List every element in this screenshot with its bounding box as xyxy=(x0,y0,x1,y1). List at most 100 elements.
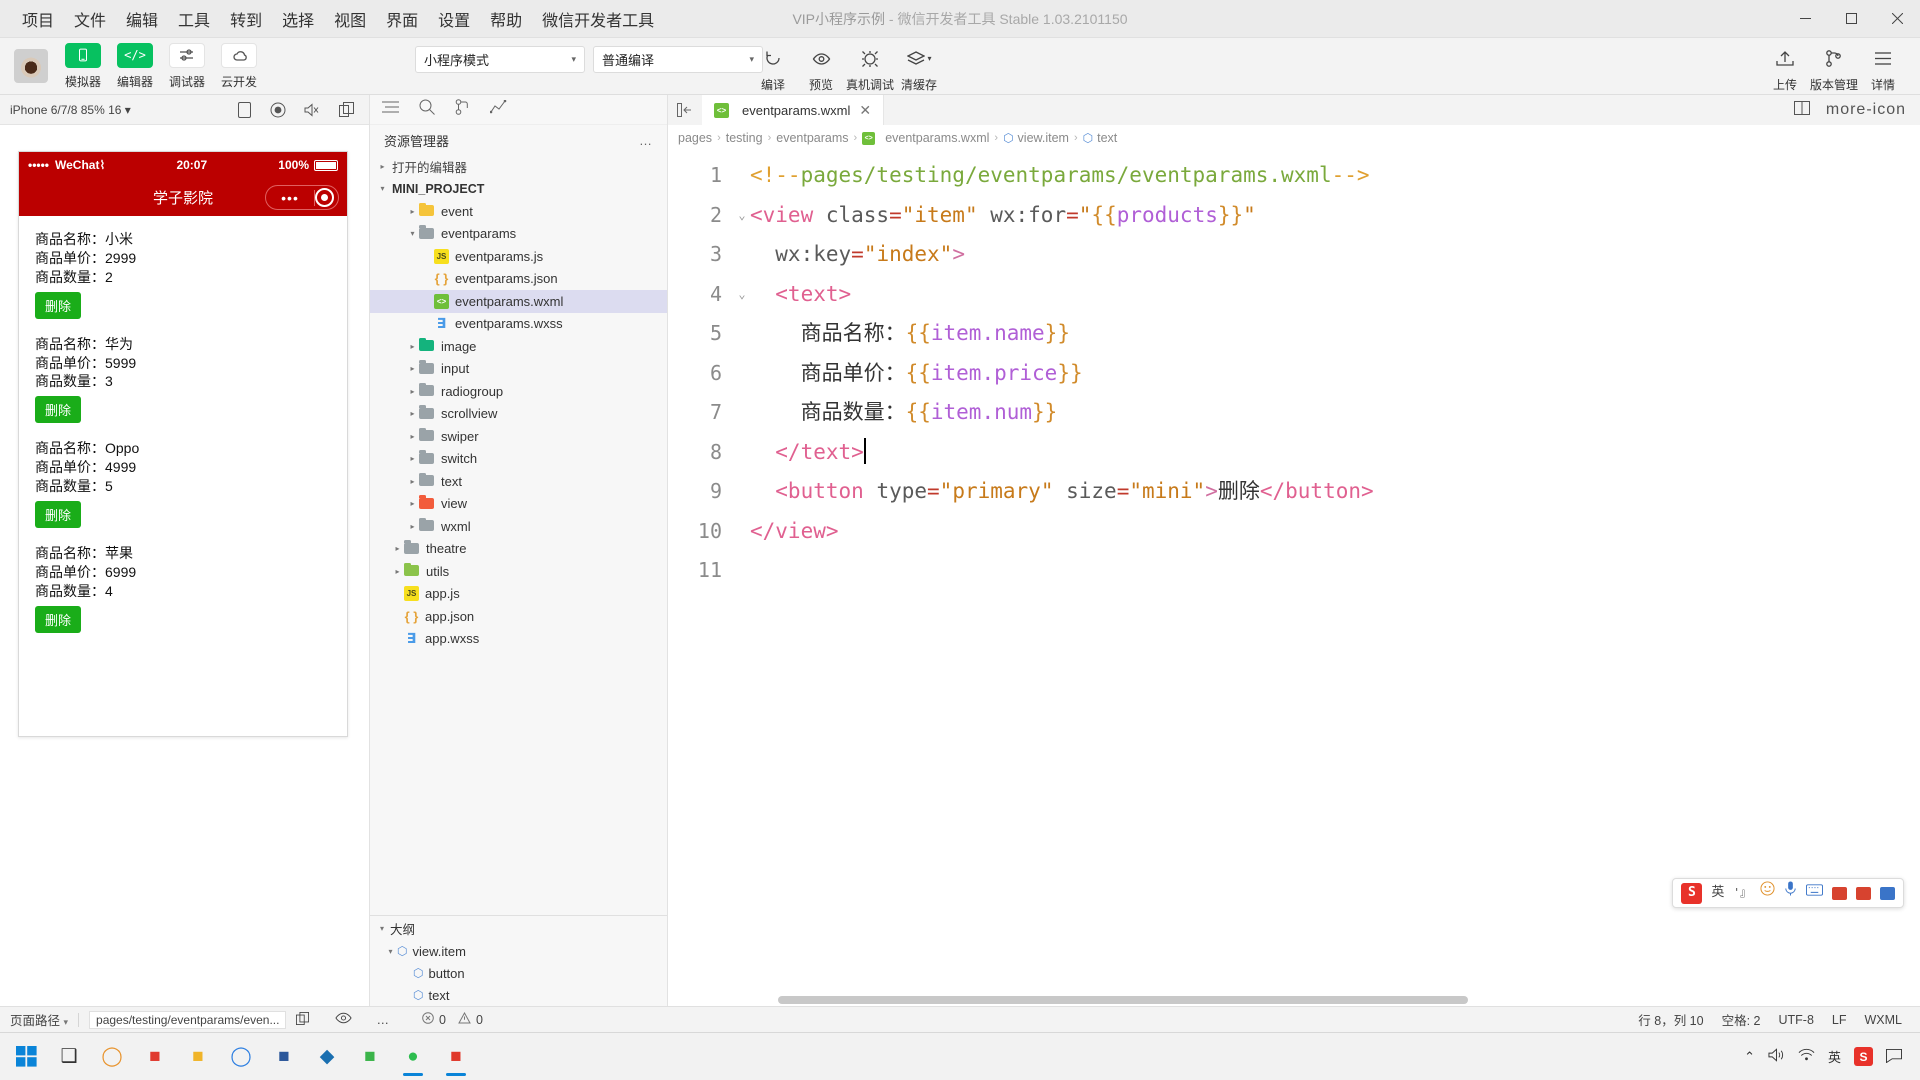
tree-folder[interactable]: ▸ swiper xyxy=(370,425,667,448)
chevron-up-icon[interactable]: ⌃ xyxy=(1744,1049,1755,1065)
language-mode[interactable]: WXML xyxy=(1865,1013,1903,1027)
chevron-right-icon[interactable]: ▸ xyxy=(406,454,419,463)
fold-icon[interactable]: ⌄ xyxy=(734,275,750,315)
chevron-right-icon[interactable]: ▸ xyxy=(406,207,419,216)
more-icon[interactable]: more-icon xyxy=(1826,101,1906,119)
chevron-right-icon[interactable]: ▸ xyxy=(376,162,389,171)
copy-icon[interactable] xyxy=(296,1011,310,1028)
code-line[interactable]: 2 ⌄ <view class="item" wx:for="{{products}… xyxy=(668,196,1920,236)
chevron-right-icon[interactable]: ▸ xyxy=(406,432,419,441)
emoji-icon[interactable] xyxy=(1760,873,1775,913)
tree-file[interactable]: JS app.js xyxy=(370,583,667,606)
tree-folder[interactable]: ▸ wxml xyxy=(370,515,667,538)
tree-folder[interactable]: ▸ theatre xyxy=(370,538,667,561)
close-icon[interactable]: ✕ xyxy=(857,102,873,119)
delete-button[interactable]: 删除 xyxy=(35,396,82,424)
keyboard-icon[interactable] xyxy=(1806,873,1823,913)
problems-indicator[interactable]: 0 0 xyxy=(422,1011,483,1027)
outline-item[interactable]: ▾ ⬡ view.item xyxy=(370,940,667,962)
volume-icon[interactable] xyxy=(1768,1048,1785,1065)
indentation-setting[interactable]: 空格: 2 xyxy=(1722,1010,1761,1029)
tree-file[interactable]: JS eventparams.js xyxy=(370,245,667,268)
tree-folder[interactable]: ▸ scrollview xyxy=(370,403,667,426)
tree-folder[interactable]: ▸ event xyxy=(370,200,667,223)
page-path-value[interactable]: pages/testing/eventparams/even... xyxy=(89,1010,287,1029)
breadcrumb-item[interactable]: <> eventparams.wxml xyxy=(862,131,989,145)
toolbar-action-device-debug[interactable]: 真机调试 xyxy=(846,46,894,93)
code-line[interactable]: 4 ⌄ <text> xyxy=(668,275,1920,315)
breadcrumb-item[interactable]: eventparams xyxy=(776,131,848,145)
outline-item[interactable]: ⬡ button xyxy=(370,962,667,984)
breadcrumb-item[interactable]: testing xyxy=(726,131,763,145)
maximize-button[interactable] xyxy=(1828,0,1874,38)
toolbar-action-layers[interactable]: ▾ 清缓存 xyxy=(896,46,942,93)
search-icon[interactable] xyxy=(419,99,435,120)
fold-icon[interactable]: ⌄ xyxy=(734,196,750,236)
start-icon[interactable] xyxy=(6,1037,46,1077)
close-button[interactable] xyxy=(1874,0,1920,38)
toolbar-toggle-code[interactable]: </> 编辑器 xyxy=(110,42,160,90)
menu-item-8[interactable]: 设置 xyxy=(428,3,480,35)
delete-button[interactable]: 删除 xyxy=(35,291,82,319)
delete-button[interactable]: 删除 xyxy=(35,501,82,529)
copy-icon[interactable] xyxy=(333,102,359,117)
avatar[interactable] xyxy=(14,49,48,83)
taskbar-task-view-icon[interactable]: ❑ xyxy=(49,1037,89,1077)
scrollbar-thumb[interactable] xyxy=(778,996,1468,1004)
code-line[interactable]: 10 </view> xyxy=(668,512,1920,552)
code-line[interactable]: 3 wx:key="index"> xyxy=(668,235,1920,275)
outline-item[interactable]: ⬡ text xyxy=(370,984,667,1006)
menu-item-3[interactable]: 工具 xyxy=(168,3,220,35)
chevron-right-icon[interactable]: ▸ xyxy=(406,387,419,396)
list-icon[interactable] xyxy=(382,100,399,119)
breadcrumb-item[interactable]: ⬡ text xyxy=(1083,131,1118,145)
eye-icon[interactable] xyxy=(335,1012,353,1027)
chevron-right-icon[interactable]: ▸ xyxy=(406,342,419,351)
taskbar-notepad-icon[interactable]: ■ xyxy=(135,1037,175,1077)
tree-section-0[interactable]: ▸ 打开的编辑器 xyxy=(370,155,667,178)
code-line[interactable]: 8 </text> xyxy=(668,433,1920,473)
chevron-right-icon[interactable]: ▸ xyxy=(391,544,404,553)
tone-icon[interactable]: '』 xyxy=(1733,873,1751,913)
chevron-down-icon[interactable]: ▾ xyxy=(376,184,389,193)
taskbar-wechat-devtools-icon[interactable]: ● xyxy=(393,1037,433,1077)
mute-icon[interactable] xyxy=(299,102,325,117)
chevron-right-icon[interactable]: ▸ xyxy=(391,567,404,576)
notification-icon[interactable] xyxy=(1886,1048,1902,1066)
menu-item-7[interactable]: 界面 xyxy=(376,3,428,35)
tree-file[interactable]: <> eventparams.wxml xyxy=(370,290,667,313)
code-line[interactable]: 1 <!--pages/testing/eventparams/eventpara… xyxy=(668,156,1920,196)
record-icon[interactable] xyxy=(265,102,291,118)
breadcrumb-item[interactable]: pages xyxy=(678,131,712,145)
toolbar-toggle-cloud[interactable]: 云开发 xyxy=(214,42,264,90)
tree-file[interactable]: { } eventparams.json xyxy=(370,268,667,291)
tree-section-1[interactable]: ▾ MINI_PROJECT xyxy=(370,178,667,201)
menu-item-4[interactable]: 转到 xyxy=(220,3,272,35)
tree-file[interactable]: ∃ eventparams.wxss xyxy=(370,313,667,336)
chevron-right-icon[interactable]: ▸ xyxy=(406,477,419,486)
tools-icon[interactable] xyxy=(1832,886,1847,900)
menu-item-9[interactable]: 帮助 xyxy=(480,3,532,35)
more-icon[interactable]: … xyxy=(639,133,653,148)
apps-icon[interactable] xyxy=(1880,886,1895,900)
encoding-setting[interactable]: UTF-8 xyxy=(1778,1013,1813,1027)
menu-item-0[interactable]: 项目 xyxy=(12,3,64,35)
chevron-right-icon[interactable]: ▸ xyxy=(406,364,419,373)
graph-icon[interactable] xyxy=(489,99,507,120)
capsule-button[interactable]: ••• xyxy=(265,185,339,210)
code-line[interactable]: 7 商品数量：{{item.num}} xyxy=(668,393,1920,433)
toolbar-action-upload[interactable]: 上传 xyxy=(1762,46,1808,93)
cursor-position[interactable]: 行 8，列 10 xyxy=(1638,1010,1703,1029)
outline-header[interactable]: ▾ 大纲 xyxy=(370,916,667,940)
taskbar-bandizip-icon[interactable]: ■ xyxy=(350,1037,390,1077)
mic-icon[interactable] xyxy=(1784,873,1797,913)
tree-folder[interactable]: ▸ image xyxy=(370,335,667,358)
taskbar-word-icon[interactable]: ■ xyxy=(264,1037,304,1077)
breadcrumb-item[interactable]: ⬡ view.item xyxy=(1003,131,1069,145)
toolbar-toggle-phone[interactable]: 模拟器 xyxy=(58,42,108,90)
menu-item-2[interactable]: 编辑 xyxy=(116,3,168,35)
menu-item-5[interactable]: 选择 xyxy=(272,3,324,35)
tree-folder[interactable]: ▾ eventparams xyxy=(370,223,667,246)
taskbar-vscode-icon[interactable]: ◆ xyxy=(307,1037,347,1077)
rotate-icon[interactable] xyxy=(231,101,257,118)
